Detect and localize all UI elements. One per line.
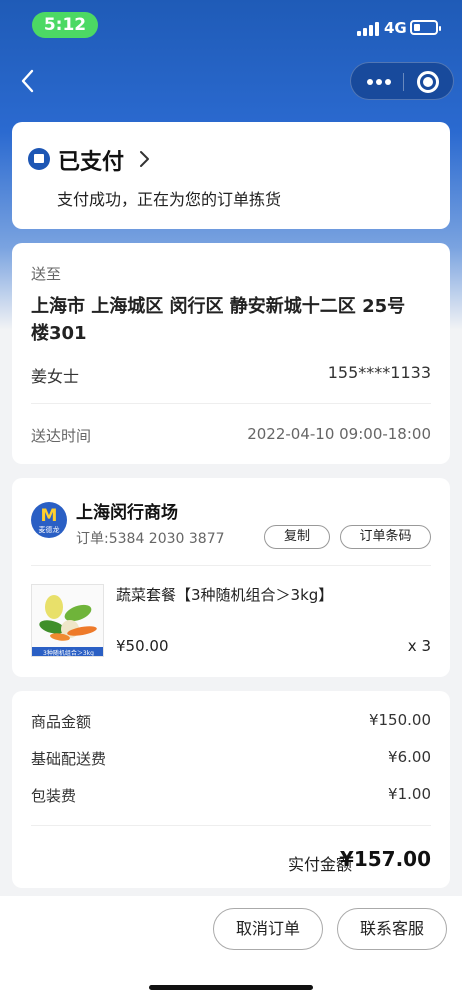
- vegetables-image: [32, 585, 103, 656]
- recipient-name: 姜女士: [31, 367, 80, 386]
- order-status-title: 已支付: [58, 150, 125, 175]
- delivery-address: 上海市 上海城区 闵行区 静安新城十二区 25号楼301: [31, 296, 406, 344]
- packing-fee-row: 包装费 ¥1.00: [31, 785, 431, 807]
- store-logo: M 麦德龙: [31, 502, 67, 538]
- bottom-action-bar: 取消订单 联系客服: [0, 896, 462, 1000]
- goods-amount-label: 商品金额: [31, 713, 92, 731]
- recipient-phone: 155****1133: [327, 363, 431, 382]
- deliver-to-label: 送至: [31, 265, 62, 283]
- delivery-fee-value: ¥6.00: [388, 748, 431, 766]
- chevron-right-icon: [140, 151, 149, 167]
- battery-icon: [410, 20, 441, 35]
- delivery-time-value: 2022-04-10 09:00-18:00: [247, 425, 431, 443]
- product-image-caption: 3种随机组合＞3kg: [43, 650, 94, 657]
- delivery-fee-label: 基础配送费: [31, 750, 107, 768]
- order-status-card[interactable]: 已支付 支付成功，正在为您的订单拣货: [12, 122, 450, 229]
- contact-service-button[interactable]: 联系客服: [337, 908, 447, 950]
- miniprogram-capsule: [350, 62, 454, 100]
- total-paid-value: ¥157.00: [339, 847, 431, 871]
- more-menu-icon[interactable]: [367, 79, 391, 85]
- order-barcode-button[interactable]: 订单条码: [340, 525, 431, 549]
- product-price: ¥50.00: [116, 637, 169, 655]
- store-name: 上海闵行商场: [76, 503, 178, 523]
- copy-button[interactable]: 复制: [264, 525, 330, 549]
- goods-amount-row: 商品金额 ¥150.00: [31, 711, 431, 733]
- delivery-address-card: 送至 上海市 上海城区 闵行区 静安新城十二区 25号楼301 姜女士 155*…: [12, 243, 450, 464]
- network-label: 4G: [384, 19, 407, 37]
- goods-amount-value: ¥150.00: [368, 711, 431, 729]
- back-arrow-icon: [21, 69, 34, 93]
- back-button[interactable]: [14, 66, 44, 96]
- cancel-order-button[interactable]: 取消订单: [213, 908, 323, 950]
- store-order-card: M 麦德龙 上海闵行商场 订单:5384 2030 3877 复制 订单条码 3…: [12, 478, 450, 677]
- signal-icon: [357, 22, 379, 36]
- delivery-fee-row: 基础配送费 ¥6.00: [31, 748, 431, 770]
- home-indicator[interactable]: [149, 985, 313, 990]
- status-bar: 5:12 4G: [0, 0, 462, 50]
- product-name[interactable]: 蔬菜套餐【3种随机组合＞3kg】: [116, 584, 333, 605]
- product-quantity: x 3: [407, 637, 431, 655]
- product-image[interactable]: 3种随机组合＞3kg: [31, 584, 104, 657]
- status-time: 5:12: [32, 12, 98, 38]
- close-target-icon[interactable]: [417, 71, 439, 93]
- order-status-subtitle: 支付成功，正在为您的订单拣货: [57, 190, 282, 209]
- paid-status-icon: [28, 148, 50, 170]
- divider: [31, 825, 431, 826]
- packing-fee-label: 包装费: [31, 787, 77, 805]
- divider: [31, 565, 431, 566]
- delivery-time-label: 送达时间: [31, 427, 92, 445]
- order-number: 订单:5384 2030 3877: [76, 531, 225, 547]
- price-summary-card: 商品金额 ¥150.00 基础配送费 ¥6.00 包装费 ¥1.00 实付金额 …: [12, 691, 450, 888]
- divider: [31, 403, 431, 404]
- packing-fee-value: ¥1.00: [388, 785, 431, 803]
